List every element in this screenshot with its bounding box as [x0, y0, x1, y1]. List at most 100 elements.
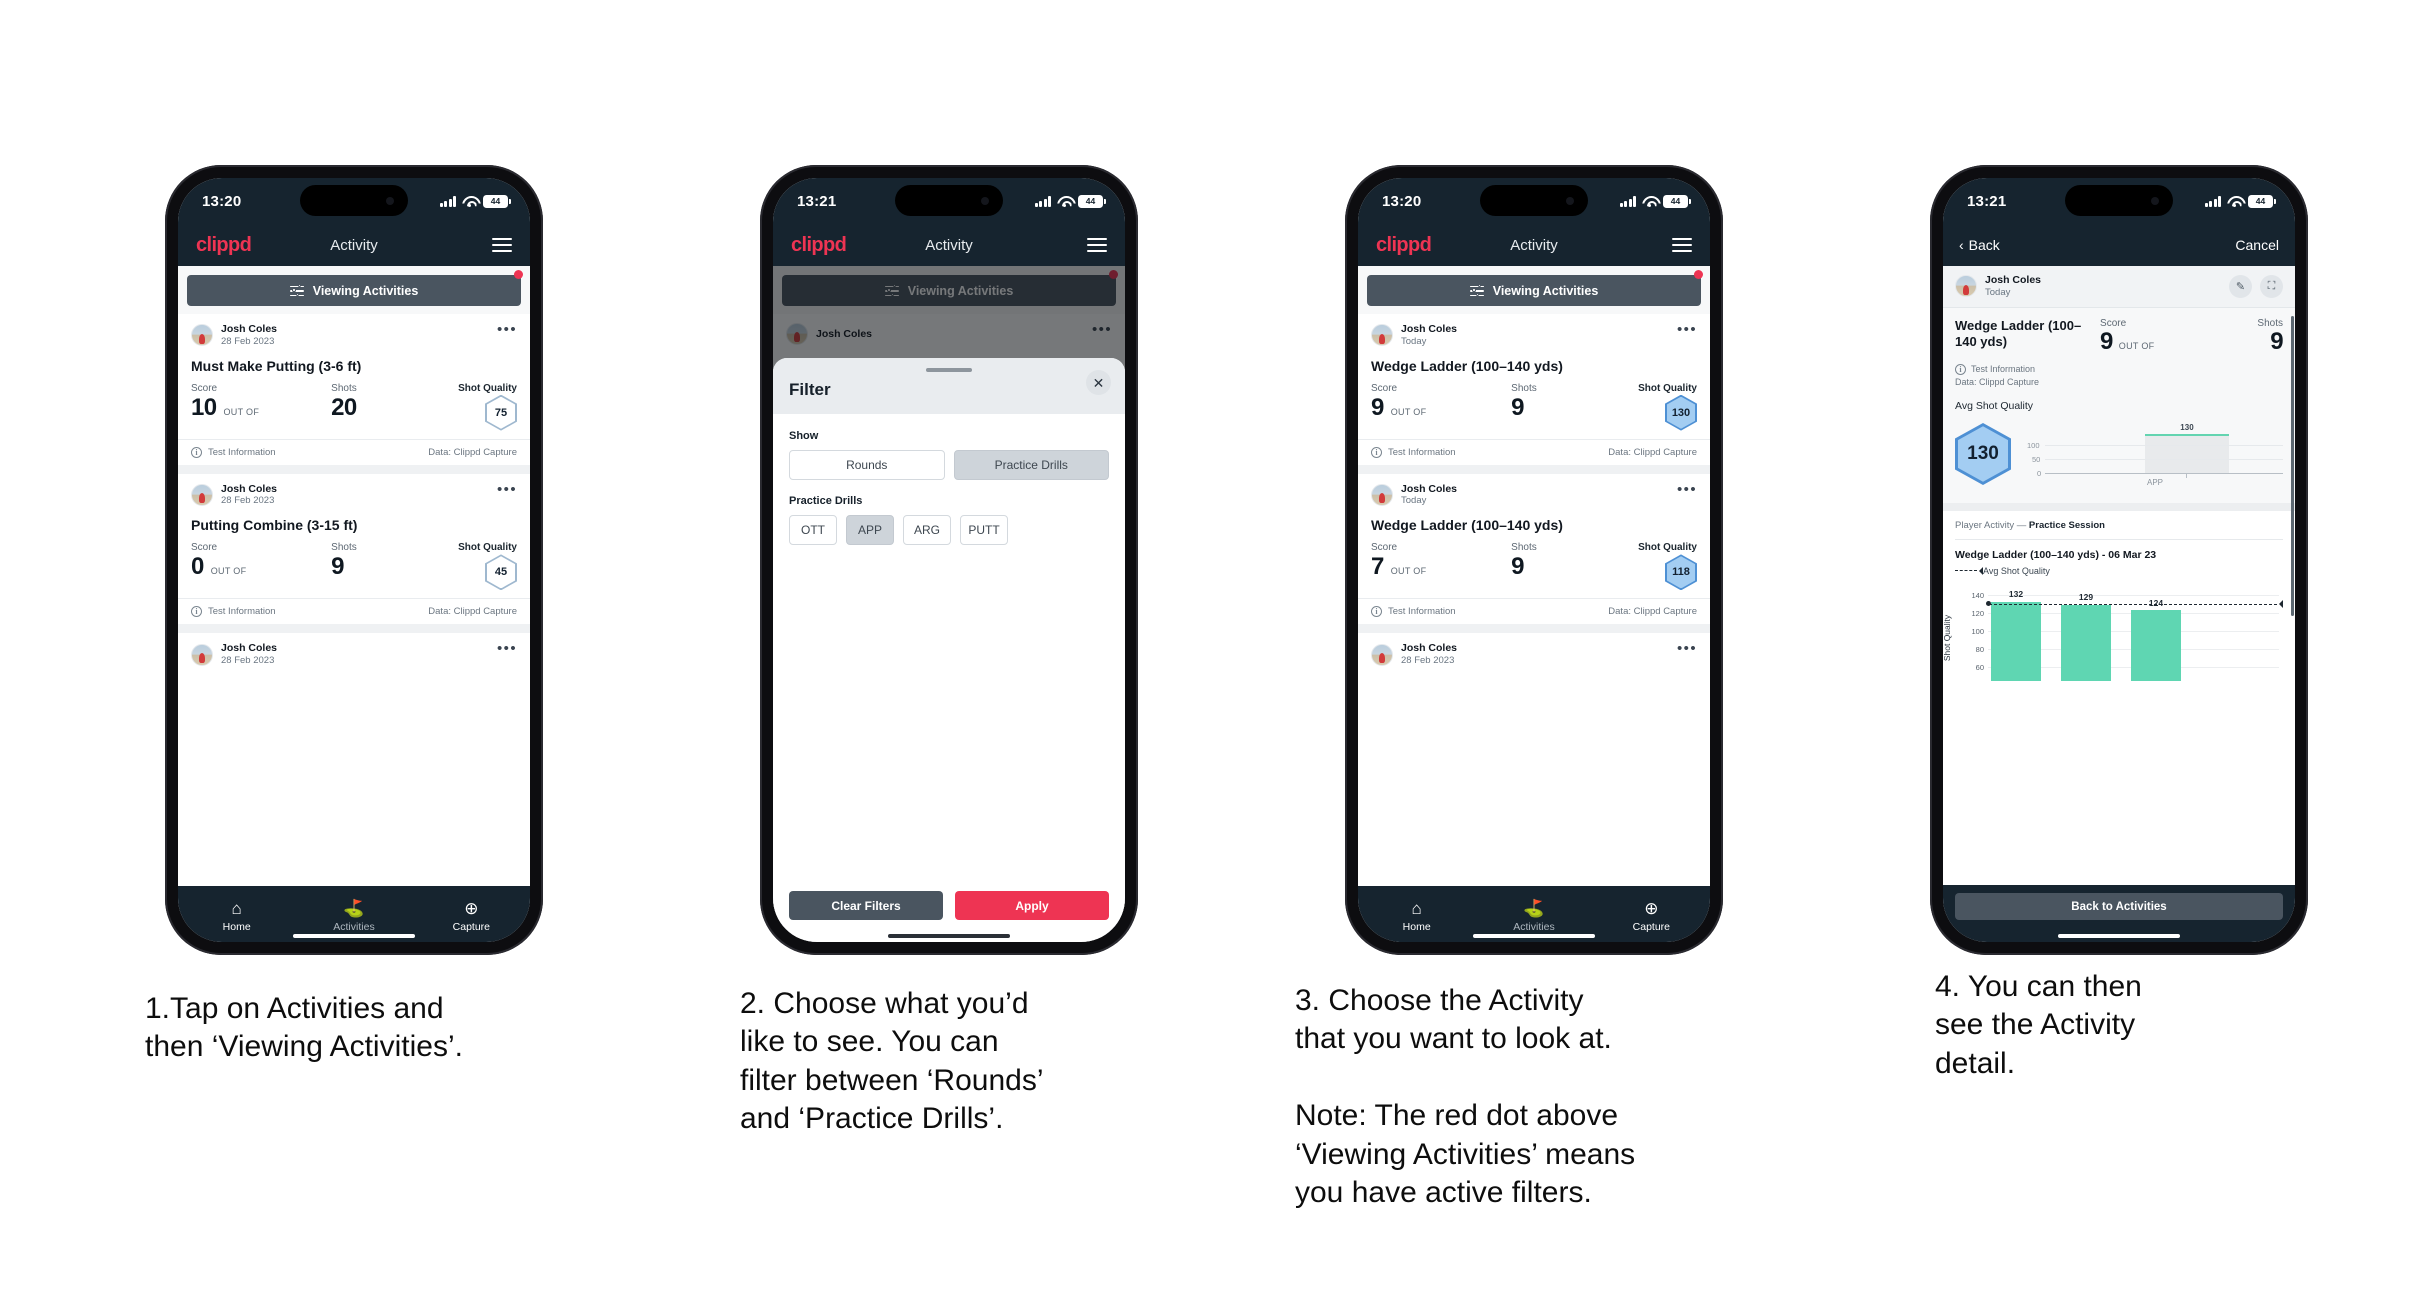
mini-chart-ytick: 100	[2027, 440, 2040, 450]
shot-quality-label: Shot Quality	[1638, 542, 1697, 554]
show-options: Rounds Practice Drills	[789, 450, 1109, 480]
card-user: Josh Coles 28 Feb 2023	[191, 642, 277, 667]
golf-flag-icon: ⛳	[1523, 899, 1545, 918]
section-divider	[1943, 502, 2295, 511]
tab-bar-3: ⌂ Home ⛳ Activities ⊕ Capture	[1358, 886, 1710, 942]
show-section-label: Show	[789, 430, 819, 442]
info-icon: i	[191, 606, 202, 618]
plus-circle-icon: ⊕	[1644, 899, 1659, 918]
user-date: 28 Feb 2023	[221, 335, 275, 347]
activity-card[interactable]: Josh Coles 28 Feb 2023 ••• Putting Combi…	[178, 473, 530, 625]
viewing-activities-button[interactable]: Viewing Activities	[187, 275, 521, 306]
chip-ott[interactable]: OTT	[789, 515, 837, 545]
chip-practice-drills[interactable]: Practice Drills	[953, 450, 1109, 480]
close-icon[interactable]: ✕	[1086, 370, 1111, 395]
app-bar-2: clippd Activity	[773, 224, 1125, 266]
user-date: Today	[1985, 286, 2011, 298]
shot-quality-value: 130	[1666, 396, 1696, 429]
data-source-label: Data: Clippd Capture	[428, 446, 517, 458]
back-button[interactable]: ‹ Back	[1959, 237, 2000, 253]
sliders-icon	[1469, 283, 1484, 298]
golf-flag-icon: ⛳	[343, 899, 365, 918]
pencil-icon[interactable]: ✎	[2229, 274, 2252, 298]
tab-home[interactable]: ⌂ Home	[178, 899, 295, 933]
nav-bar-4: ‹ Back Cancel	[1943, 224, 2295, 266]
sheet-body: Show Rounds Practice Drills Practice Dri…	[773, 414, 1125, 891]
shot-quality-hex: 118	[1665, 554, 1697, 591]
chip-app[interactable]: APP	[846, 515, 894, 545]
data-source-label: Data: Clippd Capture	[428, 606, 517, 618]
more-options-icon[interactable]: •••	[497, 641, 517, 656]
caption-step-2: 2. Choose what you’d like to see. You ca…	[740, 987, 1044, 1136]
chip-arg[interactable]: ARG	[903, 515, 951, 545]
activity-card-partial[interactable]: Josh Coles 28 Feb 2023 •••	[1358, 633, 1710, 668]
tab-capture[interactable]: ⊕ Capture	[1593, 899, 1710, 933]
tab-activities[interactable]: ⛳ Activities	[1475, 899, 1592, 933]
card-divider	[178, 464, 530, 474]
clear-filters-button[interactable]: Clear Filters	[789, 891, 943, 920]
test-information-label: Test Information	[1388, 606, 1456, 618]
content-3: Viewing Activities Josh Coles Today ••• …	[1358, 266, 1710, 886]
user-date: 28 Feb 2023	[1401, 655, 1455, 667]
chip-label: Practice Drills	[994, 458, 1068, 472]
app-bar-1: clippd Activity	[178, 224, 530, 266]
expand-icon[interactable]: ⛶	[2260, 274, 2283, 298]
more-options-icon[interactable]: •••	[1677, 482, 1697, 497]
activity-card[interactable]: Josh Coles 28 Feb 2023 ••• Must Make Put…	[178, 314, 530, 465]
sheet-grabber[interactable]	[926, 368, 972, 372]
chip-rounds[interactable]: Rounds	[789, 450, 945, 480]
data-source-label: Data: Clippd Capture	[1608, 606, 1697, 618]
more-options-icon[interactable]: •••	[497, 322, 517, 337]
avg-shot-quality-label: Avg Shot Quality	[1955, 399, 2034, 412]
viewing-activities-button[interactable]: Viewing Activities	[1367, 275, 1701, 306]
shot-quality-label: Shot Quality	[1638, 382, 1697, 394]
hamburger-icon[interactable]	[492, 237, 512, 253]
test-information-label: Test Information	[208, 606, 276, 618]
card-user: Josh Coles 28 Feb 2023	[191, 483, 277, 508]
home-indicator	[888, 934, 1010, 938]
more-options-icon[interactable]: •••	[1677, 641, 1697, 656]
mini-chart-data-label: 130	[2180, 422, 2194, 432]
more-options-icon[interactable]: •••	[1677, 322, 1697, 337]
chip-label: Rounds	[846, 458, 888, 472]
out-of-label: OUT OF	[223, 406, 260, 417]
chip-label: ARG	[913, 523, 940, 537]
back-to-activities-button[interactable]: Back to Activities	[1955, 893, 2283, 920]
more-options-icon[interactable]: •••	[497, 482, 517, 497]
card-user: Josh Coles Today	[1371, 483, 1457, 508]
detail-summary: Wedge Ladder (100–140 yds) Score 9 OUT O…	[1943, 307, 2295, 503]
mini-chart-ytick: 0	[2037, 468, 2042, 478]
chip-putt[interactable]: PUTT	[960, 515, 1008, 545]
hamburger-icon[interactable]	[1672, 237, 1692, 253]
avg-line-arrow	[2275, 599, 2283, 608]
home-icon: ⌂	[1411, 899, 1422, 918]
user-date: 28 Feb 2023	[221, 495, 275, 507]
tab-activities[interactable]: ⛳ Activities	[295, 899, 412, 933]
tab-capture[interactable]: ⊕ Capture	[413, 899, 530, 933]
cancel-button[interactable]: Cancel	[2235, 237, 2279, 253]
cellular-signal-icon	[1034, 195, 1051, 207]
content-4: Josh Coles Today ✎ ⛶ Wedge Ladder (100–1…	[1943, 266, 2295, 885]
hamburger-icon[interactable]	[1087, 237, 1107, 253]
phone-2-filter-sheet: 13:21 44 clippd Activity Filter ✕ Show R…	[760, 165, 1138, 955]
score-value: 7	[1371, 553, 1384, 581]
chart-ytick: 80	[1975, 644, 1984, 654]
vertical-scrollbar[interactable]	[2291, 316, 2294, 616]
activity-card[interactable]: Josh Coles Today ••• Wedge Ladder (100–1…	[1358, 314, 1710, 465]
sheet-title: Filter	[789, 380, 831, 399]
battery-icon: 44	[2248, 194, 2276, 208]
activity-card[interactable]: Josh Coles Today ••• Wedge Ladder (100–1…	[1358, 473, 1710, 625]
tab-label: Activities	[333, 921, 375, 933]
card-user: Josh Coles Today	[1371, 323, 1457, 348]
status-time: 13:20	[202, 192, 242, 210]
score-label: Score	[1371, 382, 1398, 394]
cellular-signal-icon	[2204, 195, 2221, 207]
test-information-label: Test Information	[1971, 363, 2036, 374]
user-name: Josh Coles	[1401, 323, 1458, 335]
caption-step-3: 3. Choose the Activity that you want to …	[1295, 984, 1636, 1209]
apply-button[interactable]: Apply	[955, 891, 1109, 920]
avatar	[191, 643, 213, 666]
tab-home[interactable]: ⌂ Home	[1358, 899, 1475, 933]
battery-icon: 44	[1663, 194, 1691, 208]
activity-card-partial[interactable]: Josh Coles 28 Feb 2023 •••	[178, 633, 530, 668]
